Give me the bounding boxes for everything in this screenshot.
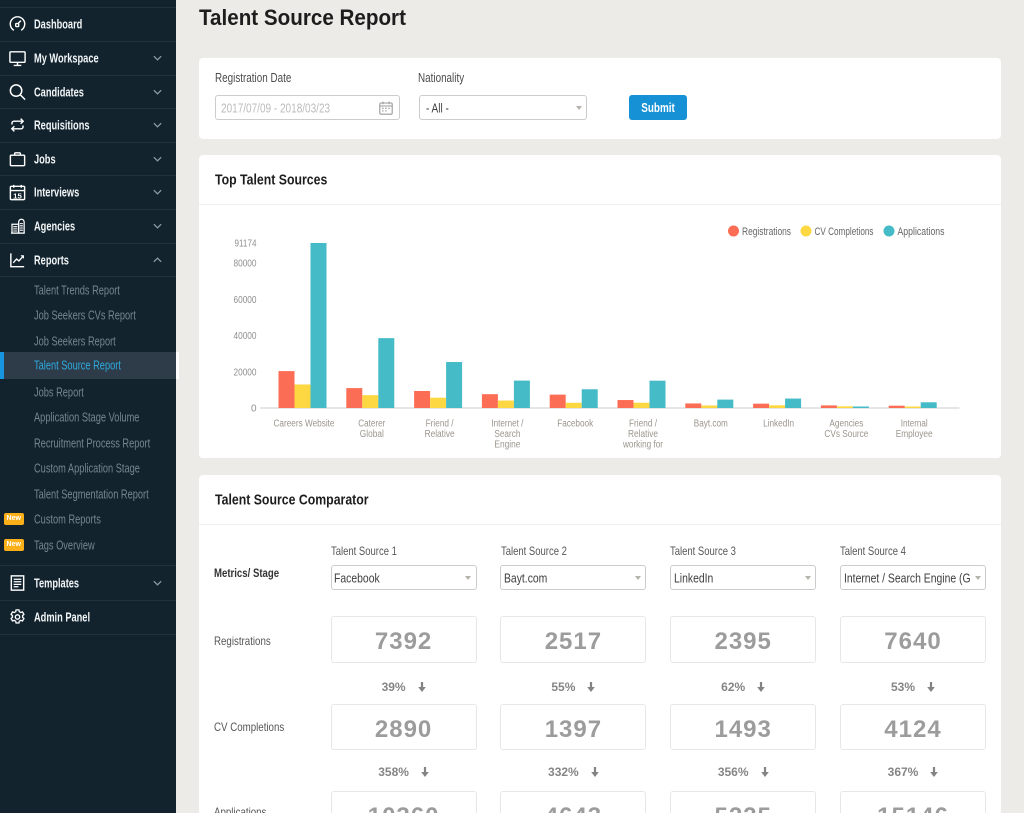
- svg-text:20000: 20000: [234, 367, 257, 378]
- svg-text:Applications: Applications: [898, 226, 945, 238]
- svg-text:Caterer: Caterer: [358, 419, 386, 430]
- svg-text:CV Completions: CV Completions: [815, 226, 874, 238]
- svg-text:40000: 40000: [234, 331, 257, 342]
- svg-text:91174: 91174: [235, 239, 257, 250]
- svg-text:60000: 60000: [234, 295, 257, 306]
- svg-text:Registrations: Registrations: [742, 226, 791, 238]
- svg-text:Search: Search: [494, 429, 520, 440]
- svg-text:Careers Website: Careers Website: [274, 419, 335, 430]
- svg-text:Engine: Engine: [494, 440, 520, 451]
- svg-text:Relative: Relative: [628, 429, 658, 440]
- svg-text:Employee: Employee: [896, 429, 933, 440]
- svg-text:Internal: Internal: [901, 419, 928, 430]
- svg-text:LinkedIn: LinkedIn: [763, 419, 794, 430]
- svg-text:Internet /: Internet /: [491, 419, 523, 430]
- svg-text:CVs Source: CVs Source: [824, 429, 868, 440]
- svg-text:Agencies: Agencies: [829, 419, 863, 430]
- svg-text:80000: 80000: [234, 259, 257, 270]
- svg-text:15: 15: [13, 191, 22, 200]
- svg-text:Friend /: Friend /: [629, 419, 657, 430]
- svg-text:Bayt.com: Bayt.com: [694, 419, 728, 430]
- svg-text:Global: Global: [360, 429, 384, 440]
- svg-text:Relative: Relative: [425, 429, 455, 440]
- svg-text:working for: working for: [622, 440, 663, 451]
- svg-text:0: 0: [251, 404, 257, 415]
- svg-text:Friend /: Friend /: [426, 419, 454, 430]
- svg-text:Facebook: Facebook: [557, 419, 594, 430]
